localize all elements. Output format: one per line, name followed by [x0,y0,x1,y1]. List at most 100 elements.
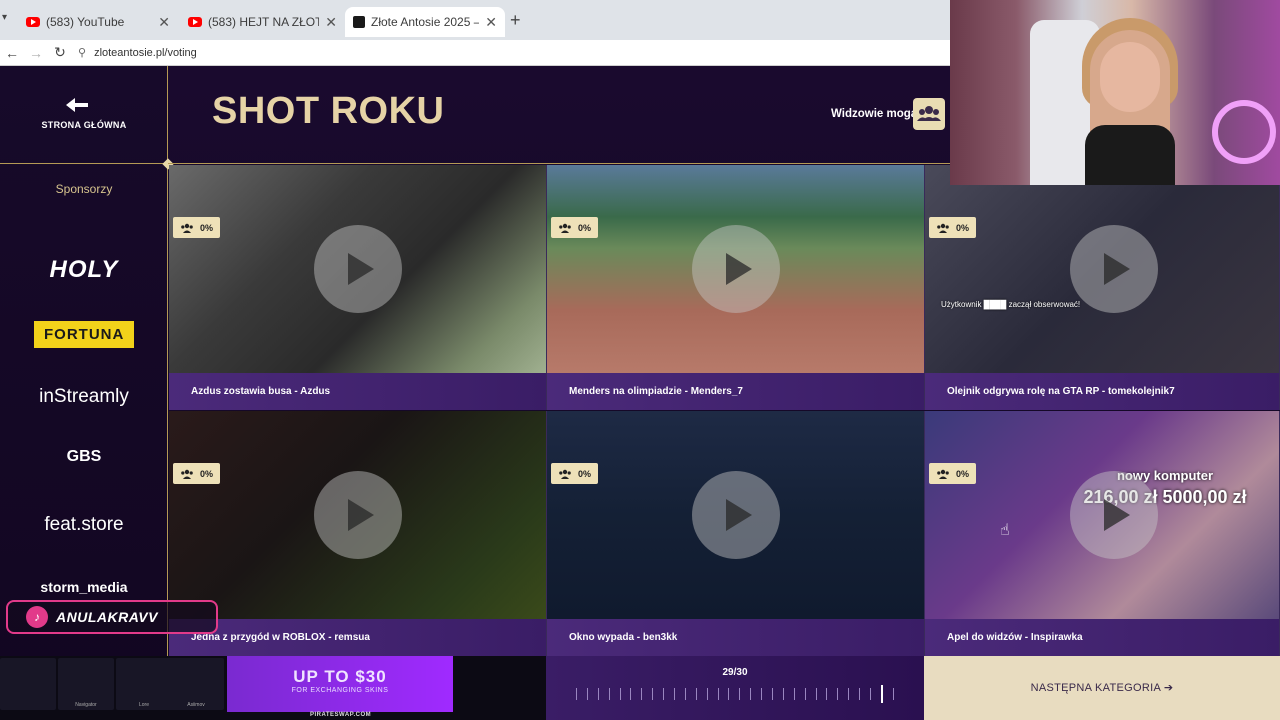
progress-tick[interactable] [630,688,632,700]
vote-percent: 0% [956,468,970,479]
progress-tick[interactable] [782,688,784,700]
progress-tick[interactable] [674,688,676,700]
nominee-caption: Menders na olimpiadzie - Menders_7 [547,373,924,410]
vote-percent: 0% [956,222,970,233]
play-icon[interactable] [692,471,780,559]
vote-percent-badge: 0% [551,463,599,484]
sponsor-stormmedia-logo[interactable]: storm_media [0,579,168,595]
vote-percent: 0% [578,468,592,479]
progress-tick[interactable] [870,688,872,700]
ring-light [1212,100,1276,164]
tab-zlote-antosie[interactable]: Złote Antosie 2025 – Największ ✕ [345,7,505,37]
users-icon [559,469,571,479]
site-info-icon[interactable]: ⚲ [78,46,86,59]
play-icon[interactable] [314,225,402,313]
ad-strip: Navigator Lore Asiimov UP TO $30 FOR EXC… [0,656,546,720]
ad-headline: UP TO $30 [293,667,387,686]
progress-tick[interactable] [826,688,828,700]
play-icon[interactable] [1070,471,1158,559]
progress-tick-current[interactable] [880,685,883,703]
nominee-card[interactable]: 0% Okno wypada - ben3kk [547,411,925,656]
play-icon[interactable] [314,471,402,559]
hand-cursor-icon: ☝ [1000,522,1010,539]
progress-tick[interactable] [761,688,763,700]
progress-tick[interactable] [728,688,730,700]
close-icon[interactable]: ✕ [158,14,170,31]
back-arrow-icon [66,98,88,112]
play-icon[interactable] [1070,225,1158,313]
nominee-caption: Olejnik odgrywa rolę na GTA RP - tomekol… [925,373,1279,410]
nominee-card[interactable]: 0% Jedna z przygód w ROBLOX - remsua [169,411,547,656]
progress-tick[interactable] [586,688,588,700]
users-icon [559,223,571,233]
progress-tick[interactable] [641,688,643,700]
close-icon[interactable]: ✕ [325,14,337,31]
progress-tick[interactable] [892,688,894,700]
skin-slot: Lore [116,658,172,710]
follow-notification: Użytkownik ████ zaczął obserwować! [941,300,1081,309]
progress-tick[interactable] [597,688,599,700]
progress-tick[interactable] [576,688,577,700]
tab-youtube[interactable]: (583) YouTube ✕ [18,7,178,37]
tab-hejt[interactable]: (583) HEJT NA ZŁOTE ANTOSIE ✕ [180,7,345,37]
viewers-label: Widzowie mogą [831,108,918,120]
progress-tick[interactable] [859,688,861,700]
forward-arrow-icon[interactable]: → [24,45,48,61]
skin-slot: Navigator [58,658,114,710]
progress-tick[interactable] [695,688,697,700]
progress-tick[interactable] [706,688,708,700]
sponsor-featstore-logo[interactable]: feat.store [0,514,168,536]
url-field[interactable]: zloteantosie.pl/voting [94,47,197,59]
streamer-face [1100,42,1160,112]
home-button[interactable]: STRONA GŁÓWNA [0,66,168,164]
progress-tick[interactable] [848,688,850,700]
nominee-card[interactable]: 0% Menders na olimpiadzie - Menders_7 [547,165,925,410]
progress-tick[interactable] [619,688,621,700]
nominee-card[interactable]: 0% Azdus zostawia busa - Azdus [169,165,547,410]
next-category-button[interactable]: NASTĘPNA KATEGORIA ➔ [924,656,1280,720]
progress-tick[interactable] [739,688,741,700]
progress-tick[interactable] [608,688,610,700]
progress-tick[interactable] [663,688,665,700]
progress-ticks[interactable] [576,685,894,703]
new-tab-icon[interactable]: + [510,10,521,31]
nominee-card[interactable]: nowy komputer 216,00 zł 5000,00 zł 0% Ap… [925,411,1280,656]
sponsor-holy-logo[interactable]: HOLY [0,256,168,284]
vote-percent-badge: 0% [929,463,977,484]
category-progress: 29/30 [546,656,924,720]
browser-tab-bar: ▾ (583) YouTube ✕ (583) HEJT NA ZŁOTE AN… [0,0,950,40]
reload-icon[interactable]: ↻ [48,44,72,61]
viewers-group-icon[interactable] [913,98,945,130]
vote-percent-badge: 0% [929,217,977,238]
progress-tick[interactable] [750,688,752,700]
nominee-card[interactable]: Użytkownik ████ zaczął obserwować! 0% Ol… [925,165,1280,410]
close-icon[interactable]: ✕ [485,14,497,31]
play-icon[interactable] [692,225,780,313]
youtube-icon [26,17,40,27]
progress-tick[interactable] [837,688,839,700]
nominee-caption: Apel do widzów - Inspirawka [925,619,1279,656]
ad-banner[interactable]: UP TO $30 FOR EXCHANGING SKINS [227,656,453,712]
back-arrow-icon[interactable]: ← [0,45,24,61]
sponsor-fortuna-text: FORTUNA [34,321,134,348]
progress-tick[interactable] [793,688,795,700]
tab-title: (583) YouTube [46,15,125,29]
progress-tick[interactable] [815,688,817,700]
ad-subline: FOR EXCHANGING SKINS [291,687,389,694]
users-icon [937,469,949,479]
tab-list-icon[interactable]: ▾ [2,12,7,23]
progress-tick[interactable] [684,688,686,700]
home-label: STRONA GŁÓWNA [41,120,127,130]
progress-tick[interactable] [717,688,719,700]
progress-tick[interactable] [772,688,774,700]
sponsor-gbs-logo[interactable]: GBS [0,448,168,466]
streamer-handle-tag: ♪ ANULAKRAVV [6,600,218,634]
sponsor-fortuna-logo[interactable]: FORTUNA [0,321,168,348]
category-header: SHOT ROKU Widzowie mogą [168,66,950,164]
progress-tick[interactable] [652,688,654,700]
sponsor-instreamly-logo[interactable]: inStreamly [0,386,168,408]
progress-tick[interactable] [804,688,806,700]
users-icon [937,223,949,233]
progress-label: 29/30 [722,667,748,678]
site-favicon-icon [353,16,365,28]
